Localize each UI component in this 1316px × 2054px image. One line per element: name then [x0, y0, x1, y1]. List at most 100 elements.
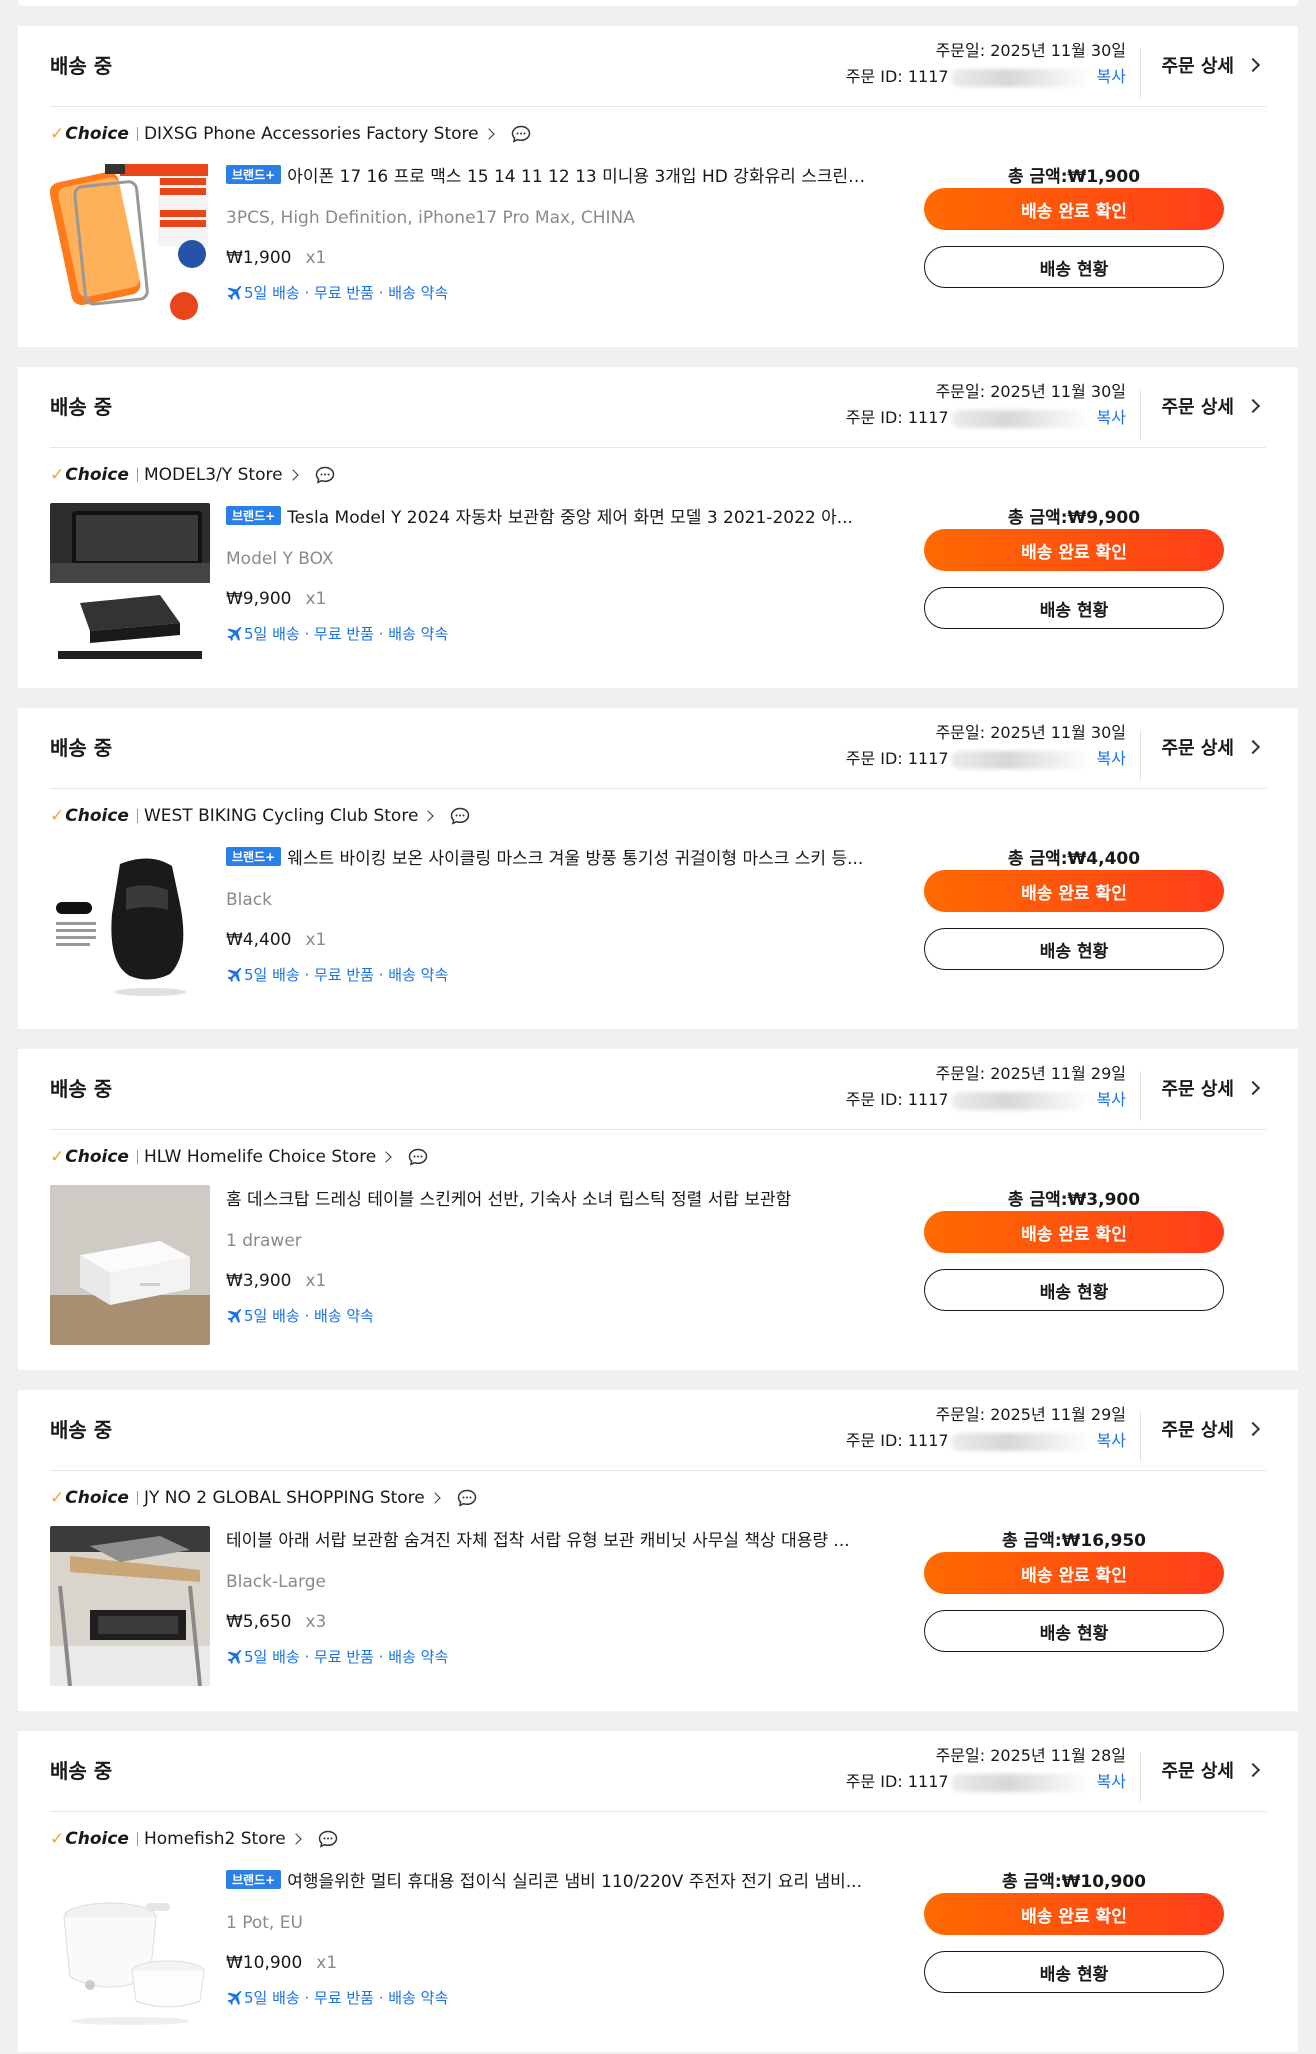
choice-badge: ✓ Choice	[50, 1829, 129, 1849]
order-id: 주문 ID: 1117 복사	[846, 1769, 1126, 1795]
order-detail-link[interactable]: 주문 상세	[1161, 52, 1266, 78]
order-id-label: 주문 ID:	[845, 408, 908, 427]
airplane-icon	[227, 967, 242, 982]
product-title-link[interactable]: 브랜드+ 웨스트 바이킹 보온 사이클링 마스크 겨울 방풍 통기성 귀걸이형 …	[226, 844, 866, 868]
product-title-link[interactable]: 테이블 아래 서랍 보관함 숨겨진 자체 접착 서랍 유형 보관 캐비닛 사무실…	[226, 1526, 866, 1551]
order-id: 주문 ID: 1117 복사	[846, 405, 1126, 431]
track-delivery-button[interactable]: 배송 현황	[924, 928, 1224, 970]
confirm-delivery-button[interactable]: 배송 완료 확인	[924, 1552, 1224, 1594]
order-detail-link[interactable]: 주문 상세	[1161, 1075, 1266, 1101]
order-date-value: 2025년 11월 30일	[990, 723, 1126, 742]
copy-order-id-button[interactable]: 복사	[1097, 1090, 1126, 1109]
product-quantity: x1	[305, 1271, 327, 1291]
glass-protector-image	[50, 162, 210, 322]
order-detail-link[interactable]: 주문 상세	[1161, 734, 1266, 760]
face-mask-image	[50, 844, 210, 1004]
chat-icon[interactable]	[457, 1489, 477, 1507]
confirm-delivery-button[interactable]: 배송 완료 확인	[924, 188, 1224, 230]
order-date: 주문일: 2025년 11월 28일	[846, 1743, 1126, 1769]
order-meta: 주문일: 2025년 11월 30일 주문 ID: 1117 복사	[846, 720, 1126, 772]
store-name-link[interactable]: WEST BIKING Cycling Club Store	[144, 806, 418, 826]
chevron-right-icon	[1245, 398, 1261, 414]
track-delivery-button[interactable]: 배송 현황	[924, 1610, 1224, 1652]
delivery-tags-text: 5일 배송 · 무료 반품 · 배송 약속	[244, 1648, 449, 1666]
confirm-delivery-button[interactable]: 배송 완료 확인	[924, 870, 1224, 912]
product-thumbnail[interactable]	[50, 1867, 210, 2027]
track-delivery-button[interactable]: 배송 현황	[924, 1951, 1224, 1993]
order-detail-label: 주문 상세	[1161, 1420, 1234, 1441]
copy-order-id-button[interactable]: 복사	[1097, 1431, 1126, 1450]
store-name-link[interactable]: JY NO 2 GLOBAL SHOPPING Store	[144, 1488, 425, 1508]
order-id-value: 1117	[907, 1431, 949, 1450]
order-total: 총 금액:₩16,950	[924, 1526, 1224, 1551]
chat-icon[interactable]	[450, 807, 470, 825]
delivery-tags-text: 5일 배송 · 배송 약속	[244, 1307, 374, 1325]
brand-plus-badge: 브랜드+	[226, 846, 282, 866]
product-price-line: ₩1,900 x1	[226, 248, 866, 268]
chevron-right-icon	[422, 810, 435, 822]
order-date-label: 주문일:	[935, 723, 991, 742]
order-card: 배송 중 주문일: 2025년 11월 30일 주문 ID: 1117 복사 주문…	[18, 708, 1298, 1029]
product-price-line: ₩5,650 x3	[226, 1612, 866, 1632]
product-thumbnail[interactable]	[50, 162, 210, 322]
order-meta: 주문일: 2025년 11월 28일 주문 ID: 1117 복사	[846, 1743, 1126, 1795]
product-title: 여행을위한 멀티 휴대용 접이식 실리콘 냄비 110/220V 주전자 전기 …	[287, 1871, 862, 1892]
confirm-delivery-button[interactable]: 배송 완료 확인	[924, 1211, 1224, 1253]
product-title-link[interactable]: 브랜드+ Tesla Model Y 2024 자동차 보관함 중앙 제어 화면…	[226, 503, 866, 527]
confirm-delivery-button[interactable]: 배송 완료 확인	[924, 529, 1224, 571]
copy-order-id-button[interactable]: 복사	[1097, 1772, 1126, 1791]
store-name-link[interactable]: HLW Homelife Choice Store	[144, 1147, 376, 1167]
chat-icon[interactable]	[315, 466, 335, 484]
order-date: 주문일: 2025년 11월 29일	[846, 1061, 1126, 1087]
order-id: 주문 ID: 1117 복사	[846, 1428, 1126, 1454]
product-thumbnail[interactable]	[50, 844, 210, 1004]
choice-check-icon: ✓	[50, 465, 65, 485]
order-card: 배송 중 주문일: 2025년 11월 29일 주문 ID: 1117 복사 주문…	[18, 1049, 1298, 1370]
product-title-link[interactable]: 브랜드+ 여행을위한 멀티 휴대용 접이식 실리콘 냄비 110/220V 주전…	[226, 1867, 866, 1891]
product-title-link[interactable]: 브랜드+ 아이폰 17 16 프로 맥스 15 14 11 12 13 미니용 …	[226, 162, 866, 186]
product-quantity: x1	[305, 589, 327, 609]
order-detail-link[interactable]: 주문 상세	[1161, 393, 1266, 419]
store-name-link[interactable]: Homefish2 Store	[144, 1829, 286, 1849]
product-price: ₩5,650	[226, 1612, 292, 1632]
store-name-link[interactable]: DIXSG Phone Accessories Factory Store	[144, 124, 479, 144]
order-detail-link[interactable]: 주문 상세	[1161, 1757, 1266, 1783]
track-delivery-button[interactable]: 배송 현황	[924, 587, 1224, 629]
order-id-redaction	[950, 1432, 1091, 1451]
product-title: 아이폰 17 16 프로 맥스 15 14 11 12 13 미니용 3개입 H…	[287, 166, 866, 187]
copy-order-id-button[interactable]: 복사	[1097, 408, 1126, 427]
order-total-label: 총 금액:	[1002, 1872, 1062, 1892]
chevron-right-icon	[380, 1151, 392, 1163]
track-delivery-button[interactable]: 배송 현황	[924, 1269, 1224, 1311]
product-price-line: ₩3,900 x1	[226, 1271, 866, 1291]
copy-order-id-button[interactable]: 복사	[1097, 67, 1126, 86]
confirm-delivery-button[interactable]: 배송 완료 확인	[924, 1893, 1224, 1935]
product-variant: 3PCS, High Definition, iPhone17 Pro Max,…	[226, 208, 635, 228]
order-detail-link[interactable]: 주문 상세	[1161, 1416, 1266, 1442]
airplane-icon	[227, 626, 242, 641]
order-id-label: 주문 ID:	[845, 1090, 908, 1109]
product-thumbnail[interactable]	[50, 503, 210, 663]
chat-icon[interactable]	[408, 1148, 428, 1166]
order-date-value: 2025년 11월 30일	[990, 41, 1126, 60]
chat-icon[interactable]	[318, 1830, 338, 1848]
order-total-value: ₩3,900	[1067, 1190, 1141, 1210]
chevron-right-icon	[1245, 1421, 1261, 1437]
track-delivery-button[interactable]: 배송 현황	[924, 246, 1224, 288]
under-desk-drawer-image	[50, 1526, 210, 1686]
chat-icon[interactable]	[511, 125, 531, 143]
product-thumbnail[interactable]	[50, 1185, 210, 1345]
brand-plus-badge: 브랜드+	[226, 1869, 282, 1889]
copy-order-id-button[interactable]: 복사	[1097, 749, 1126, 768]
product-variant: Model Y BOX	[226, 549, 334, 569]
product-title-link[interactable]: 홈 데스크탑 드레싱 테이블 스킨케어 선반, 기숙사 소녀 립스틱 정렬 서랍…	[226, 1185, 866, 1210]
product-price: ₩3,900	[226, 1271, 292, 1291]
tesla-box-image	[50, 503, 210, 663]
order-detail-label: 주문 상세	[1161, 397, 1234, 418]
product-variant: 1 Pot, EU	[226, 1913, 303, 1933]
product-thumbnail[interactable]	[50, 1526, 210, 1686]
store-name-link[interactable]: MODEL3/Y Store	[144, 465, 283, 485]
product-price: ₩9,900	[226, 589, 292, 609]
choice-badge: ✓ Choice	[50, 1147, 129, 1167]
order-date: 주문일: 2025년 11월 30일	[846, 379, 1126, 405]
